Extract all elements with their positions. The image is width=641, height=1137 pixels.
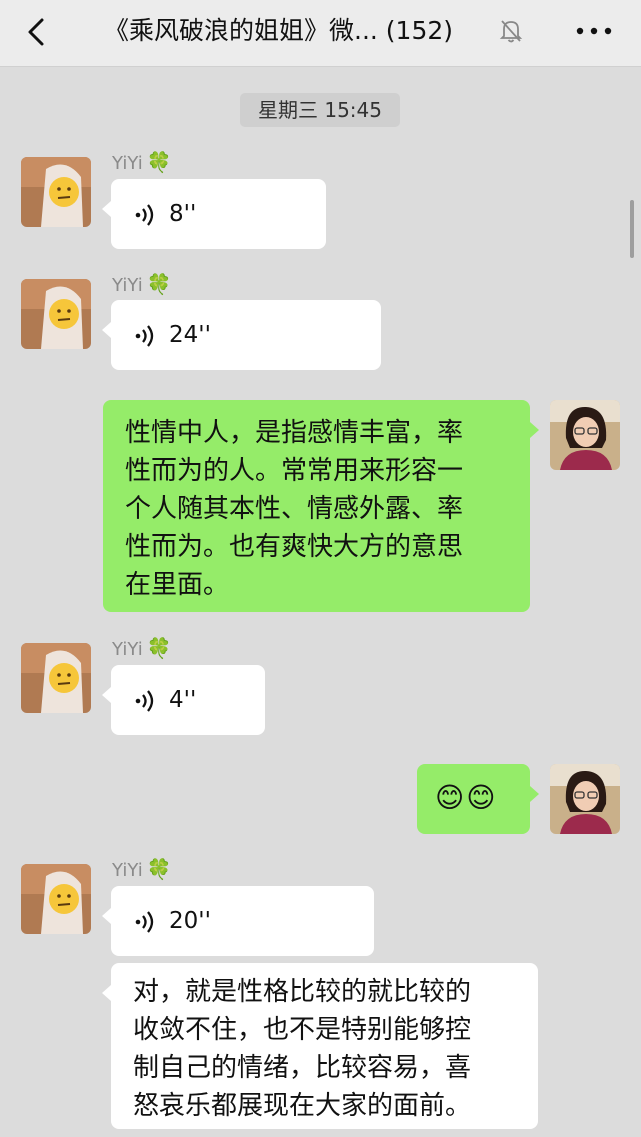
- emoji-text: 😊😊: [435, 781, 498, 814]
- avatar-yiyi[interactable]: [21, 279, 91, 349]
- message-text: 性情中人，是指感情丰富，率 性而为的人。常常用来形容一 个人随其本性、情感外露、…: [125, 418, 464, 600]
- avatar-yiyi[interactable]: [21, 643, 91, 713]
- chat-title[interactable]: 《乘风破浪的姐姐》微... (152): [104, 14, 514, 48]
- sender-name: YiYi 🍀: [112, 272, 172, 296]
- clover-icon: 🍀: [146, 150, 172, 174]
- clover-icon: 🍀: [146, 857, 172, 881]
- avatar-me-image: [550, 764, 620, 834]
- chevron-left-icon[interactable]: [22, 14, 52, 50]
- voice-wave-icon: [135, 204, 154, 226]
- sender-name: YiYi 🍀: [112, 857, 172, 881]
- voice-message-bubble[interactable]: 4'': [102, 665, 265, 735]
- clover-icon: 🍀: [146, 272, 172, 296]
- message-text: 对，就是性格比较的就比较的 收敛不住，也不是特别能够控 制自己的情绪，比较容易，…: [133, 977, 472, 1121]
- voice-message-bubble[interactable]: 8'': [102, 179, 326, 249]
- avatar-yiyi-image: [21, 864, 91, 934]
- voice-duration: 8'': [169, 201, 197, 227]
- voice-message-bubble[interactable]: 24'': [102, 300, 381, 370]
- avatar-me-image: [550, 400, 620, 470]
- avatar-yiyi[interactable]: [21, 157, 91, 227]
- sent-text-bubble[interactable]: 性情中人，是指感情丰富，率 性而为的人。常常用来形容一 个人随其本性、情感外露、…: [103, 400, 539, 612]
- avatar-yiyi-image: [21, 279, 91, 349]
- voice-wave-icon: [135, 690, 154, 712]
- sender-name: YiYi 🍀: [112, 636, 172, 660]
- voice-duration: 4'': [169, 687, 197, 713]
- avatar-yiyi-image: [21, 157, 91, 227]
- bell-muted-icon: [499, 20, 523, 43]
- more-dots-icon[interactable]: [574, 18, 614, 44]
- voice-wave-icon: [135, 911, 154, 933]
- voice-message-bubble[interactable]: 20'': [102, 886, 374, 956]
- voice-duration: 24'': [169, 322, 211, 348]
- avatar-me[interactable]: [550, 764, 620, 834]
- scrollbar[interactable]: [630, 200, 634, 258]
- voice-duration: 20'': [169, 908, 211, 934]
- voice-wave-icon: [135, 325, 154, 347]
- clover-icon: 🍀: [146, 636, 172, 660]
- timestamp-divider: 星期三 15:45: [240, 93, 400, 127]
- avatar-yiyi[interactable]: [21, 864, 91, 934]
- avatar-me[interactable]: [550, 400, 620, 470]
- avatar-yiyi-image: [21, 643, 91, 713]
- received-text-bubble[interactable]: 对，就是性格比较的就比较的 收敛不住，也不是特别能够控 制自己的情绪，比较容易，…: [102, 963, 538, 1129]
- chat-header: 《乘风破浪的姐姐》微... (152): [0, 0, 641, 67]
- sent-emoji-bubble[interactable]: 😊😊: [417, 764, 539, 834]
- sender-name: YiYi 🍀: [112, 150, 172, 174]
